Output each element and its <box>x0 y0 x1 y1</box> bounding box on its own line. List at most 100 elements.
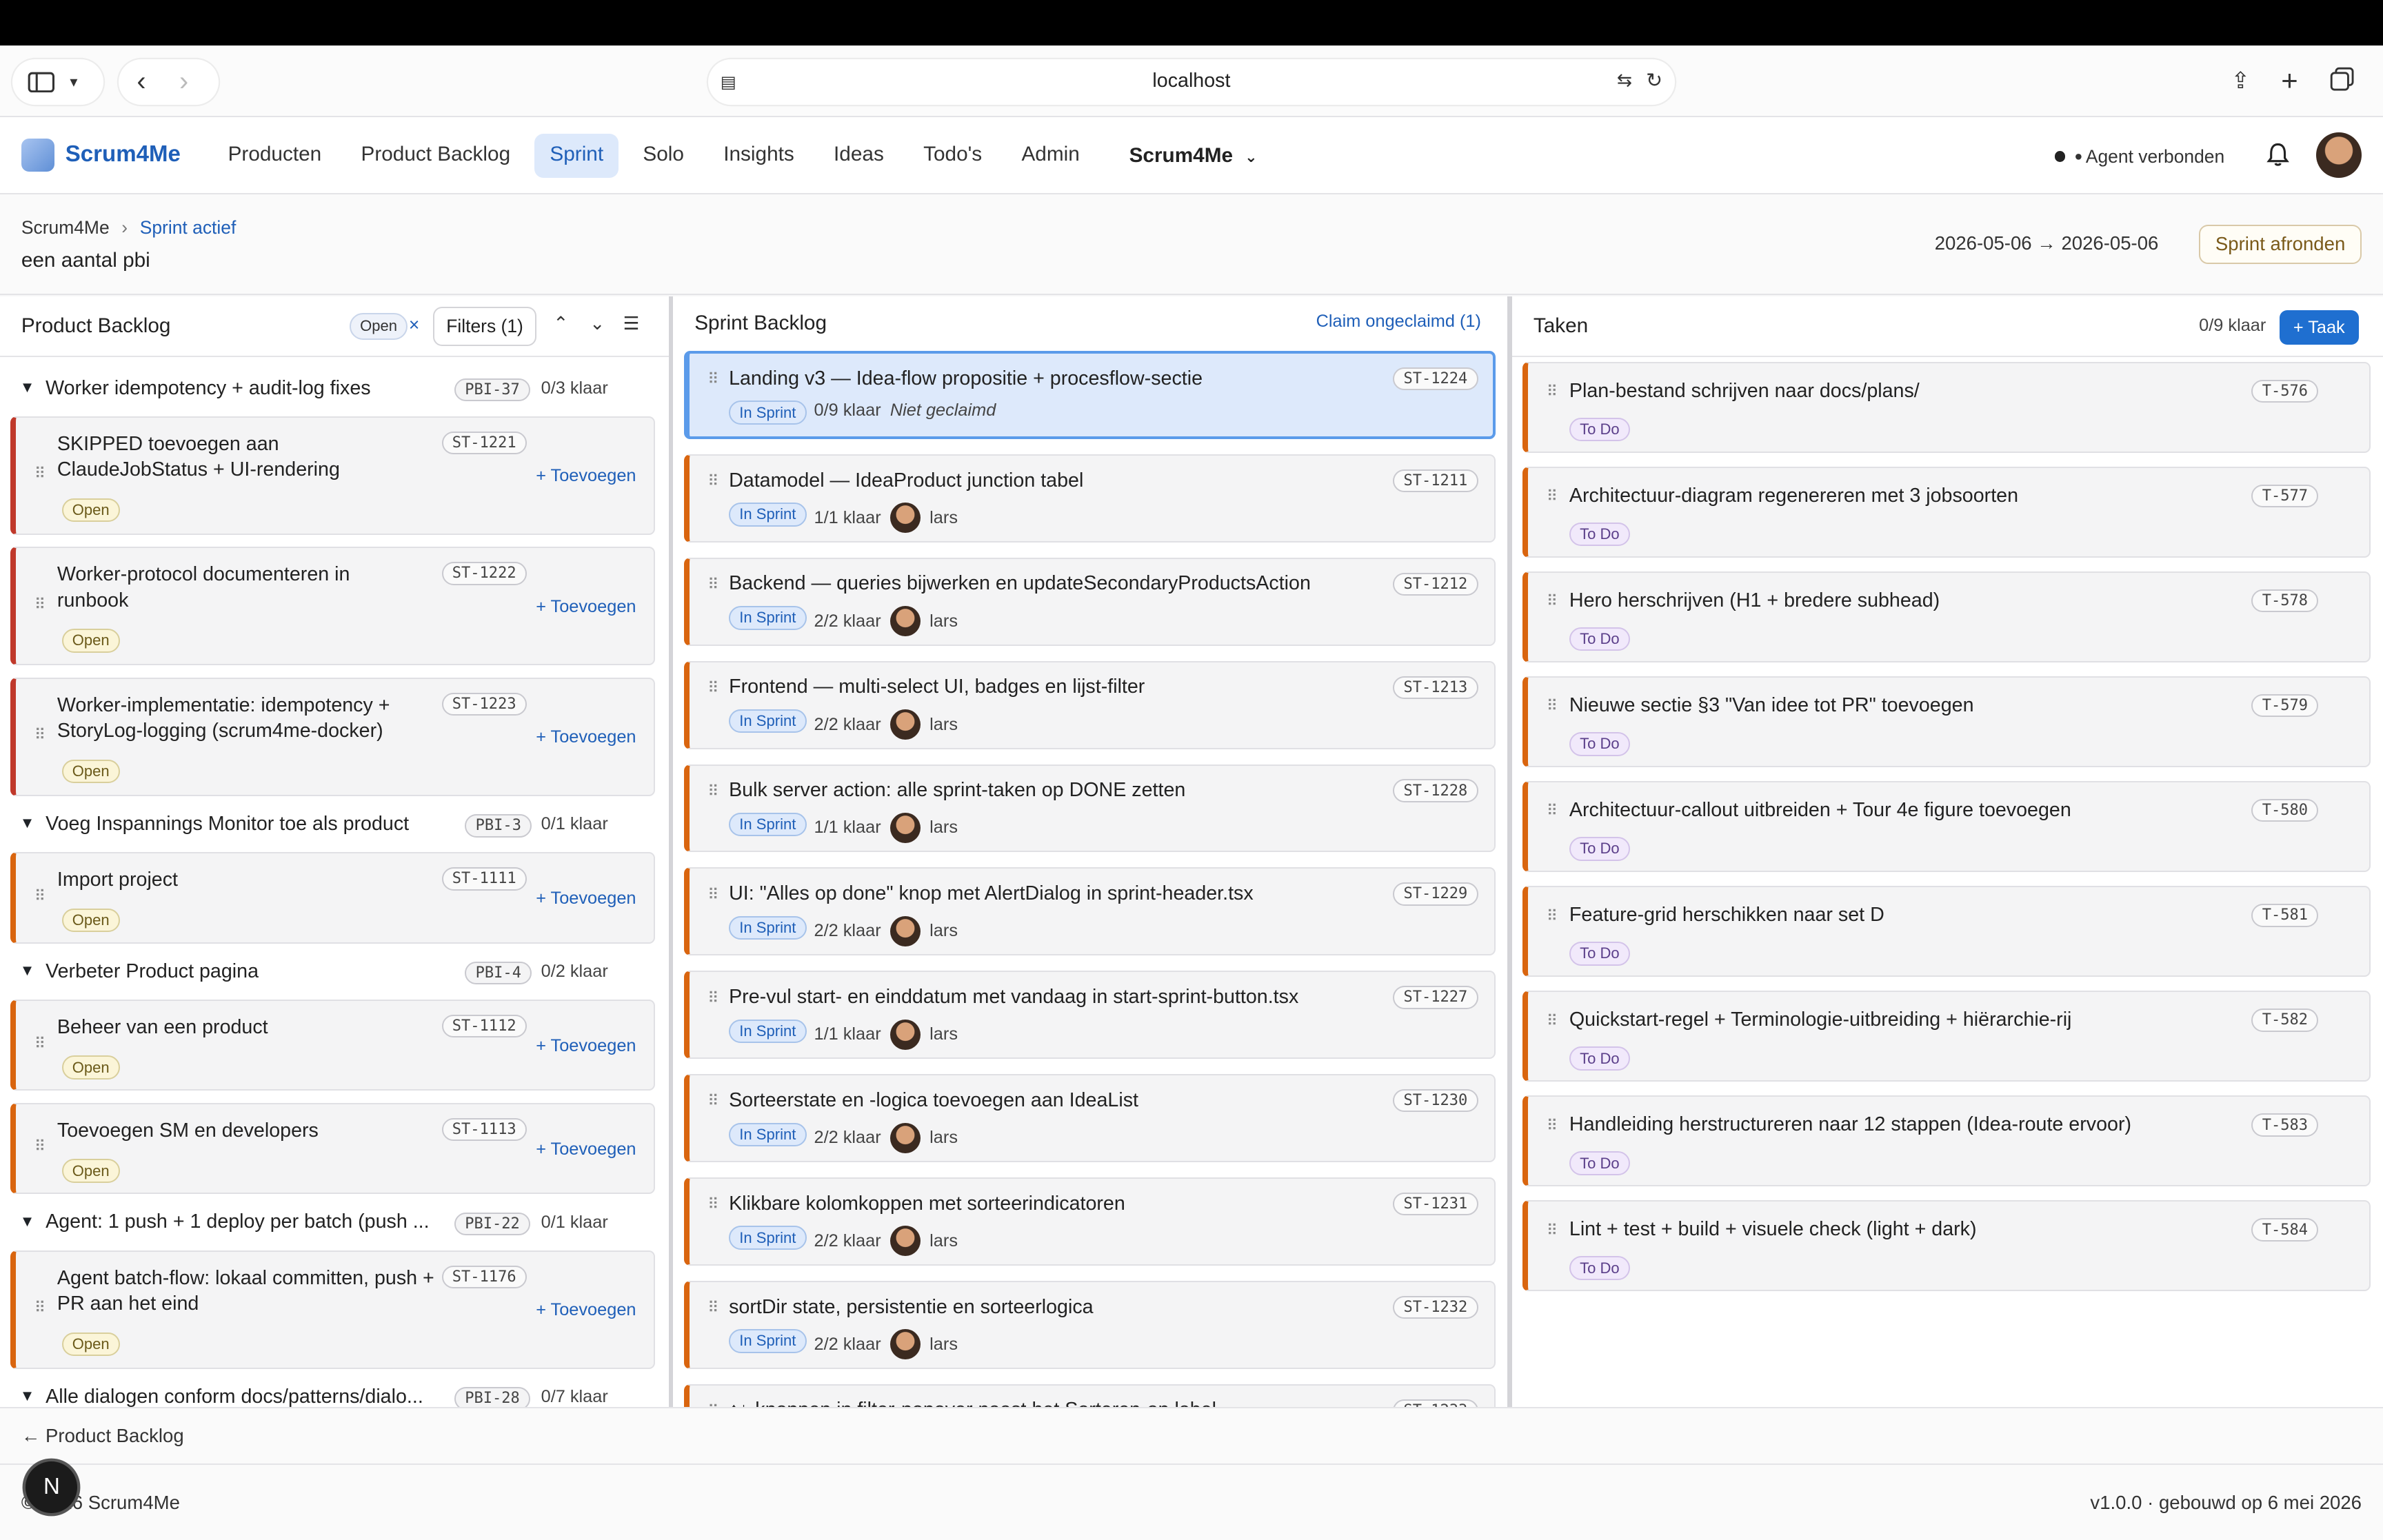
nav-sprint[interactable]: Sprint <box>534 133 619 178</box>
tabs-overview-icon[interactable] <box>2330 67 2354 91</box>
drag-handle-icon[interactable]: ⠿ <box>707 886 718 904</box>
drag-handle-icon[interactable]: ⠿ <box>707 472 718 490</box>
column-resize-handle[interactable] <box>668 296 674 1407</box>
drag-handle-icon[interactable]: ⠿ <box>1547 1222 1558 1239</box>
nav-solo[interactable]: Solo <box>627 134 699 178</box>
sprint-story-card[interactable]: ⠿ Landing v3 — Idea-flow propositie + pro… <box>683 351 1496 439</box>
drag-handle-icon[interactable]: ⠿ <box>707 576 718 594</box>
sidebar-icon[interactable] <box>28 72 55 93</box>
task-card[interactable]: ⠿ Hero herschrijven (H1 + bredere subhead… <box>1522 571 2371 662</box>
add-to-sprint-button[interactable]: + Toevoegen <box>536 597 636 617</box>
breadcrumb-root[interactable]: Scrum4Me <box>21 217 110 238</box>
nav-product-backlog[interactable]: Product Backlog <box>345 134 525 178</box>
app-logo-icon[interactable] <box>21 138 55 172</box>
collapse-all-icon[interactable]: ⌃ <box>553 313 568 334</box>
close-sprint-button[interactable]: Sprint afronden <box>2199 225 2362 265</box>
share-icon[interactable]: ⇪ <box>2231 67 2250 94</box>
column-resize-handle[interactable] <box>1507 296 1512 1407</box>
drag-handle-icon[interactable]: ⠿ <box>34 465 46 483</box>
drag-handle-icon[interactable]: ⠿ <box>707 782 718 800</box>
sprint-story-card[interactable]: ⠿ Frontend — multi-select UI, badges en l… <box>683 660 1496 749</box>
add-to-sprint-button[interactable]: + Toevoegen <box>536 1300 636 1320</box>
add-to-sprint-button[interactable]: + Toevoegen <box>536 1036 636 1056</box>
back-to-product-backlog-link[interactable]: ← Product Backlog <box>21 1425 184 1447</box>
pbi-group[interactable]: ▼ Voeg Inspannings Monitor toe als produ… <box>0 804 669 847</box>
story-card[interactable]: ⠿ Beheer van een product ST-1112 + Toevo… <box>10 1000 655 1091</box>
pbi-group[interactable]: ▼ Worker idempotency + audit-log fixes P… <box>0 367 669 410</box>
sprint-story-card[interactable]: ⠿ Pre-vul start- en einddatum met vandaag… <box>683 971 1496 1060</box>
claim-unclaimed-button[interactable]: Claim ongeclaimd (1) <box>1316 312 1481 332</box>
drag-handle-icon[interactable]: ⠿ <box>707 1195 718 1213</box>
task-card[interactable]: ⠿ Handleiding herstructureren naar 12 sta… <box>1522 1095 2371 1187</box>
add-task-button[interactable]: + Taak <box>2279 310 2359 345</box>
drag-handle-icon[interactable]: ⠿ <box>1547 592 1558 610</box>
add-to-sprint-button[interactable]: + Toevoegen <box>536 466 636 486</box>
drag-handle-icon[interactable]: ⠿ <box>1547 907 1558 925</box>
new-tab-icon[interactable]: + <box>2281 64 2297 97</box>
user-avatar[interactable] <box>2315 132 2362 178</box>
sprint-story-card[interactable]: ⠿ Datamodel — IdeaProduct junction tabel S… <box>683 454 1496 543</box>
drag-handle-icon[interactable]: ⠿ <box>34 887 46 905</box>
drag-handle-icon[interactable]: ⠿ <box>707 1299 718 1317</box>
drag-handle-icon[interactable]: ⠿ <box>34 596 46 614</box>
pbi-group[interactable]: ▼ Verbeter Product pagina PBI-4 0/2 klaa… <box>0 951 669 994</box>
drag-handle-icon[interactable]: ⠿ <box>1547 1117 1558 1135</box>
sprint-story-card[interactable]: ⠿ Backend — queries bijwerken en updateSe… <box>683 557 1496 646</box>
pbi-group[interactable]: ▼ Alle dialogen conform docs/patterns/di… <box>0 1377 669 1407</box>
translate-icon[interactable]: ⇆ <box>1617 70 1632 91</box>
sidebar-toggle-group[interactable]: ▾ <box>12 59 103 105</box>
story-card[interactable]: ⠿ Worker-implementatie: idempotency + St… <box>10 677 655 796</box>
drag-handle-icon[interactable]: ⠿ <box>707 370 718 388</box>
filters-button[interactable]: Filters (1) <box>433 307 536 347</box>
project-selector[interactable]: Scrum4Me ⌄ <box>1129 144 1258 168</box>
story-card[interactable]: ⠿ Toevoegen SM en developers ST-1113 + T… <box>10 1102 655 1195</box>
drag-handle-icon[interactable]: ⠿ <box>34 1299 46 1317</box>
nav-todos[interactable]: Todo's <box>908 134 997 178</box>
expand-all-icon[interactable]: ⌄ <box>590 313 605 334</box>
notifications-bell-icon[interactable] <box>2266 141 2290 173</box>
breadcrumb-current[interactable]: Sprint actief <box>140 217 237 238</box>
story-card[interactable]: ⠿ Agent batch-flow: lokaal committen, pu… <box>10 1250 655 1369</box>
drag-handle-icon[interactable]: ⠿ <box>707 1092 718 1110</box>
drag-handle-icon[interactable]: ⠿ <box>34 1137 46 1155</box>
add-to-sprint-button[interactable]: + Toevoegen <box>536 889 636 909</box>
story-card[interactable]: ⠿ Worker-protocol documenteren in runboo… <box>10 547 655 666</box>
brand-name[interactable]: Scrum4Me <box>66 141 181 168</box>
address-bar[interactable]: ▤ localhost ⇆ ↻ <box>708 59 1675 105</box>
forward-icon[interactable]: › <box>179 66 188 97</box>
drag-handle-icon[interactable]: ⠿ <box>1547 1012 1558 1030</box>
drag-handle-icon[interactable]: ⠿ <box>1547 383 1558 401</box>
reload-icon[interactable]: ↻ <box>1646 68 1662 92</box>
drag-handle-icon[interactable]: ⠿ <box>707 1402 718 1407</box>
drag-handle-icon[interactable]: ⠿ <box>1547 697 1558 715</box>
task-card[interactable]: ⠿ Plan-bestand schrijven naar docs/plans/… <box>1522 361 2371 453</box>
drag-handle-icon[interactable]: ⠿ <box>34 1035 46 1053</box>
drag-handle-icon[interactable]: ⠿ <box>1547 802 1558 820</box>
nav-producten[interactable]: Producten <box>213 134 337 178</box>
sprint-story-card[interactable]: ⠿ Sorteerstate en -logica toevoegen aan I… <box>683 1074 1496 1163</box>
pbi-group[interactable]: ▼ Agent: 1 push + 1 deploy per batch (pu… <box>0 1202 669 1244</box>
nav-ideas[interactable]: Ideas <box>818 134 899 178</box>
clear-filter-icon[interactable]: × <box>409 314 419 336</box>
add-to-sprint-button[interactable]: + Toevoegen <box>536 1139 636 1159</box>
collapse-triangle-icon[interactable]: ▼ <box>20 1213 35 1230</box>
chevron-down-icon[interactable]: ▾ <box>70 73 77 91</box>
drag-handle-icon[interactable]: ⠿ <box>707 679 718 697</box>
task-card[interactable]: ⠿ Lint + test + build + visuele check (li… <box>1522 1200 2371 1292</box>
collapse-triangle-icon[interactable]: ▼ <box>20 1387 35 1405</box>
drag-handle-icon[interactable]: ⠿ <box>707 989 718 1007</box>
dev-tools-button[interactable]: N <box>26 1461 78 1514</box>
task-card[interactable]: ⠿ Feature-grid herschikken naar set D T-58… <box>1522 885 2371 977</box>
drag-handle-icon[interactable]: ⠿ <box>1547 487 1558 505</box>
sprint-story-card[interactable]: ⠿ ↑↓-knoppen in filter-popover naast het … <box>683 1384 1496 1407</box>
task-card[interactable]: ⠿ Nieuwe sectie §3 "Van idee tot PR" toev… <box>1522 676 2371 767</box>
task-card[interactable]: ⠿ Quickstart-regel + Terminologie-uitbrei… <box>1522 990 2371 1082</box>
task-card[interactable]: ⠿ Architectuur-callout uitbreiden + Tour … <box>1522 780 2371 873</box>
task-card[interactable]: ⠿ Architectuur-diagram regenereren met 3 … <box>1522 466 2371 558</box>
sprint-story-card[interactable]: ⠿ UI: "Alles op done" knop met AlertDialo… <box>683 867 1496 956</box>
drag-handle-icon[interactable]: ⠿ <box>34 726 46 744</box>
nav-insights[interactable]: Insights <box>708 134 810 178</box>
collapse-triangle-icon[interactable]: ▼ <box>20 814 35 832</box>
sprint-story-card[interactable]: ⠿ Bulk server action: alle sprint-taken o… <box>683 764 1496 853</box>
nav-admin[interactable]: Admin <box>1006 134 1094 178</box>
